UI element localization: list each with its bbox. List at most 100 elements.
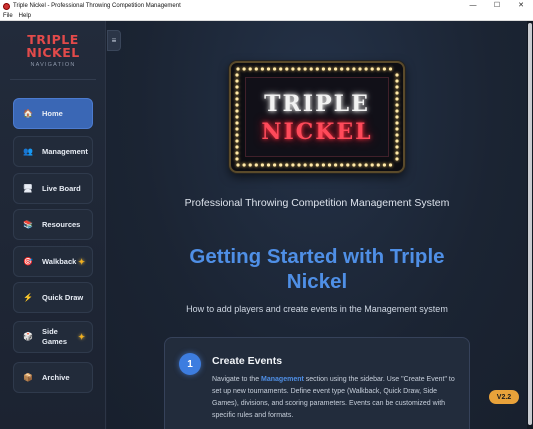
marquee-bulb bbox=[260, 67, 264, 71]
management-link[interactable]: Management bbox=[261, 376, 304, 383]
maximize-button[interactable]: ☐ bbox=[485, 0, 509, 12]
marquee-bulb bbox=[340, 163, 344, 167]
marquee-bulb bbox=[236, 67, 240, 71]
users-icon: 👥 bbox=[23, 146, 33, 156]
nav-walkback[interactable]: 🎯 Walkback ✦ bbox=[13, 246, 93, 277]
marquee-title-line-1: TRIPLE bbox=[264, 91, 370, 117]
menu-help[interactable]: Help bbox=[16, 13, 34, 19]
marquee-bulb bbox=[254, 163, 258, 167]
marquee-bulb bbox=[248, 67, 252, 71]
marquee-bulb bbox=[315, 67, 319, 71]
nav-label: Home bbox=[42, 109, 63, 118]
marquee-bulb bbox=[254, 67, 258, 71]
step-card: 1 Create Events Navigate to the Manageme… bbox=[164, 337, 470, 429]
marquee-bulb bbox=[309, 67, 313, 71]
marquee-bulb bbox=[266, 163, 271, 167]
marquee-bulb bbox=[303, 163, 307, 167]
marquee-bulb bbox=[242, 67, 246, 71]
marquee-bulb bbox=[291, 163, 295, 167]
minimize-button[interactable]: — bbox=[461, 0, 485, 12]
marquee-bulb bbox=[236, 163, 240, 167]
nav-label: Archive bbox=[42, 373, 70, 382]
close-button[interactable]: ✕ bbox=[509, 0, 533, 12]
menu-file[interactable]: File bbox=[0, 13, 16, 19]
nav-label: Live Board bbox=[42, 184, 81, 193]
scrollbar[interactable] bbox=[527, 21, 533, 429]
marquee-bulb bbox=[395, 145, 399, 149]
marquee-bulb bbox=[285, 163, 289, 167]
nav-quick-draw[interactable]: ⚡ Quick Draw bbox=[13, 282, 93, 313]
nav-label: Management bbox=[42, 147, 88, 156]
menu-icon: ≡ bbox=[111, 36, 117, 45]
marquee-bulb bbox=[364, 163, 368, 167]
marquee-bulb bbox=[395, 73, 399, 77]
app-icon bbox=[3, 2, 10, 10]
marquee-bulb bbox=[364, 67, 368, 71]
marquee-bulb bbox=[303, 67, 307, 71]
nav-label-line-1: Side bbox=[42, 327, 58, 336]
marquee-bulb bbox=[382, 163, 386, 167]
nav-live-board[interactable]: 🖥 Live Board bbox=[13, 173, 93, 204]
marquee-bulb bbox=[346, 67, 350, 71]
window-controls: — ☐ ✕ bbox=[461, 0, 533, 12]
target-icon: 🎯 bbox=[23, 256, 33, 266]
marquee-bulb bbox=[395, 151, 399, 155]
scrollbar-thumb[interactable] bbox=[528, 23, 532, 425]
home-icon: 🏠 bbox=[23, 108, 33, 118]
step-body-prefix: Navigate to the bbox=[212, 376, 262, 383]
divider bbox=[10, 79, 96, 80]
window-titlebar: Triple Nickel - Professional Throwing Co… bbox=[0, 0, 533, 12]
marquee-bulb bbox=[273, 67, 277, 71]
step-number-badge: 1 bbox=[179, 353, 201, 375]
version-badge: V2.2 bbox=[489, 390, 519, 404]
marquee-bulb bbox=[273, 163, 277, 167]
marquee-bulb bbox=[382, 67, 386, 71]
star-icon: ✦ bbox=[78, 257, 85, 266]
step-title: Create Events bbox=[212, 355, 283, 367]
marquee-bulb bbox=[242, 163, 246, 167]
marquee-bulb bbox=[291, 67, 295, 71]
marquee-bulb bbox=[327, 67, 332, 71]
logo-caption: NAVIGATION bbox=[30, 62, 76, 68]
marquee-bulb bbox=[376, 67, 380, 71]
marquee-bulb bbox=[370, 67, 374, 71]
marquee-bulb bbox=[334, 163, 338, 167]
marquee-bulb bbox=[260, 163, 264, 167]
main-content: TRIPLE NICKEL Professional Throwing Comp… bbox=[107, 21, 527, 429]
marquee-bulb bbox=[370, 163, 374, 167]
window-title: Triple Nickel - Professional Throwing Co… bbox=[13, 3, 181, 9]
marquee-bulb bbox=[321, 67, 325, 71]
nav-management[interactable]: 👥 Management bbox=[13, 136, 93, 167]
marquee-bulb bbox=[388, 163, 393, 167]
sidebar-logo: TRIPLE NICKEL NAVIGATION bbox=[0, 33, 106, 68]
nav-label: Walkback bbox=[42, 257, 77, 266]
nav-side-games[interactable]: 🎲 Side Games ✦ bbox=[13, 321, 93, 353]
sidebar: TRIPLE NICKEL NAVIGATION 🏠 Home 👥 Manage… bbox=[0, 21, 106, 429]
nav-home[interactable]: 🏠 Home bbox=[13, 98, 93, 129]
marquee-bulb bbox=[266, 67, 271, 71]
marquee-bulb bbox=[358, 67, 362, 71]
logo-line-2: NICKEL bbox=[26, 45, 80, 60]
nav-archive[interactable]: 📦 Archive bbox=[13, 362, 93, 393]
nav-resources[interactable]: 📚 Resources bbox=[13, 209, 93, 240]
marquee-bulb bbox=[376, 163, 380, 167]
marquee-bulb bbox=[388, 67, 393, 71]
marquee-bulb bbox=[279, 67, 283, 71]
page-heading: Getting Started with Triple Nickel bbox=[189, 245, 445, 293]
books-icon: 📚 bbox=[23, 219, 33, 229]
page-lead: How to add players and create events in … bbox=[186, 304, 448, 314]
marquee-bulb bbox=[334, 67, 338, 71]
nav-label: Side Games bbox=[42, 327, 67, 347]
marquee-bulb bbox=[235, 85, 239, 89]
nav-label: Quick Draw bbox=[42, 293, 84, 302]
marquee-bulb bbox=[235, 145, 239, 149]
step-body: Navigate to the Management section using… bbox=[212, 374, 457, 422]
monitor-icon: 🖥 bbox=[22, 183, 34, 193]
marquee-bulb bbox=[309, 163, 313, 167]
sidebar-toggle-button[interactable]: ≡ bbox=[107, 30, 121, 51]
lightning-icon: ⚡ bbox=[23, 292, 33, 302]
menu-bar: File Help bbox=[0, 12, 533, 21]
marquee-bulb bbox=[235, 73, 239, 77]
archive-box-icon: 📦 bbox=[23, 372, 33, 382]
marquee-bulb bbox=[235, 157, 239, 161]
